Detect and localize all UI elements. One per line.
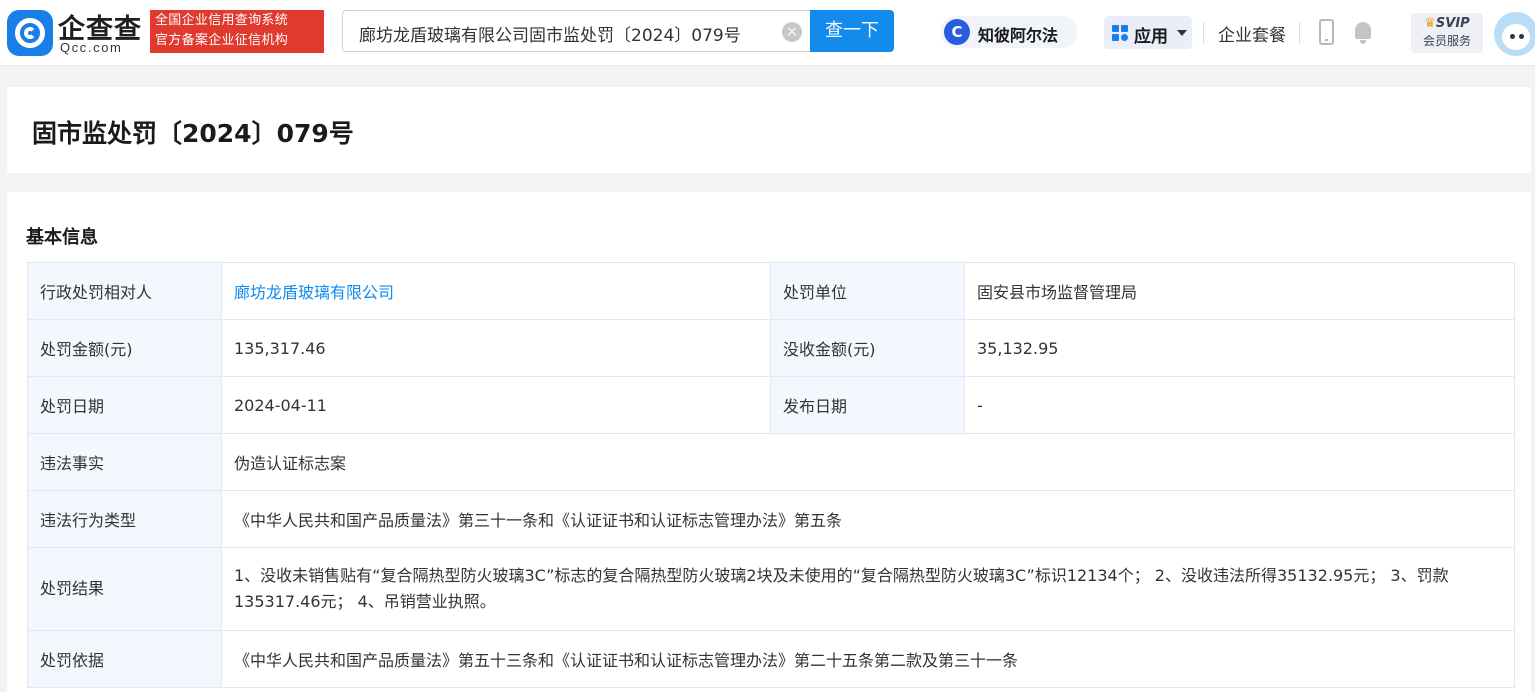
page-title: 固市监处罚〔2024〕079号 xyxy=(32,119,354,148)
cell-value: 《中华人民共和国产品质量法》第三十一条和《认证证书和认证标志管理办法》第五条 xyxy=(221,490,1515,548)
cell-label: 处罚单位 xyxy=(770,262,965,320)
cell-value: 《中华人民共和国产品质量法》第五十三条和《认证证书和认证标志管理办法》第二十五条… xyxy=(221,630,1515,688)
apps-menu-button[interactable]: 应用 xyxy=(1104,16,1192,49)
crown-icon: ♛ xyxy=(1424,16,1436,31)
table-row: 行政处罚相对人 廊坊龙盾玻璃有限公司 处罚单位 固安县市场监督管理局 xyxy=(27,262,1515,320)
qcc-logo-icon xyxy=(7,10,53,56)
svip-label: ♛SVIP xyxy=(1424,16,1470,31)
search-query-text[interactable]: 廊坊龙盾玻璃有限公司固市监处罚〔2024〕079号 xyxy=(359,21,741,46)
cell-value: 135,317.46 xyxy=(221,319,771,377)
cell-value: 2024-04-11 xyxy=(221,376,771,434)
search-input[interactable]: 廊坊龙盾玻璃有限公司固市监处罚〔2024〕079号 × xyxy=(342,10,810,52)
cell-label: 处罚日期 xyxy=(27,376,222,434)
cell-label: 发布日期 xyxy=(770,376,965,434)
avatar[interactable] xyxy=(1494,12,1535,56)
table-row: 处罚金额(元) 135,317.46 没收金额(元) 35,132.95 xyxy=(27,319,1515,377)
cell-label: 违法行为类型 xyxy=(27,490,222,548)
section-title: 基本信息 xyxy=(26,227,98,248)
cell-label: 处罚依据 xyxy=(27,630,222,688)
basic-info-table: 行政处罚相对人 廊坊龙盾玻璃有限公司 处罚单位 固安县市场监督管理局 处罚金额(… xyxy=(27,262,1515,688)
zbaf-label: 知彼阿尔法 xyxy=(978,26,1059,45)
cell-value: 1、没收未销售贴有“复合隔热型防火玻璃3C”标志的复合隔热型防火玻璃2块及未使用… xyxy=(221,547,1515,631)
cell-label: 处罚金额(元) xyxy=(27,319,222,377)
divider xyxy=(1299,22,1300,44)
enterprise-suite-link[interactable]: 企业套餐 xyxy=(1218,21,1286,46)
cell-label: 没收金额(元) xyxy=(770,319,965,377)
clear-icon[interactable]: × xyxy=(782,22,802,42)
logo-subtext: Qcc.com xyxy=(60,40,123,55)
table-row: 处罚结果 1、没收未销售贴有“复合隔热型防火玻璃3C”标志的复合隔热型防火玻璃2… xyxy=(27,547,1515,631)
search-button[interactable]: 查一下 xyxy=(810,10,894,52)
badge-line-2: 官方备案企业征信机构 xyxy=(155,33,289,48)
title-card: 固市监处罚〔2024〕079号 xyxy=(7,87,1531,173)
cell-value: 固安县市场监督管理局 xyxy=(964,262,1515,320)
top-header: 企查查 Qcc.com 全国企业信用查询系统 官方备案企业征信机构 廊坊龙盾玻璃… xyxy=(0,0,1535,66)
badge-line-1: 全国企业信用查询系统 xyxy=(155,13,289,28)
bell-icon[interactable] xyxy=(1353,20,1373,44)
cell-value: 伪造认证标志案 xyxy=(221,433,1515,491)
cell-label: 违法事实 xyxy=(27,433,222,491)
apps-label: 应用 xyxy=(1134,27,1168,47)
cell-value: - xyxy=(964,376,1515,434)
zbaf-icon: C xyxy=(944,19,970,45)
mobile-icon[interactable] xyxy=(1319,19,1334,45)
cell-label: 行政处罚相对人 xyxy=(27,262,222,320)
basic-info-card: 基本信息 行政处罚相对人 廊坊龙盾玻璃有限公司 处罚单位 固安县市场监督管理局 … xyxy=(7,192,1531,692)
table-row: 处罚日期 2024-04-11 发布日期 - xyxy=(27,376,1515,434)
qcc-logo[interactable]: 企查查 Qcc.com xyxy=(7,9,147,57)
company-link[interactable]: 廊坊龙盾玻璃有限公司 xyxy=(221,262,771,320)
svip-button[interactable]: ♛SVIP 会员服务 xyxy=(1411,13,1483,53)
zbaf-link[interactable]: C 知彼阿尔法 xyxy=(940,16,1078,48)
apps-grid-icon xyxy=(1112,25,1128,41)
cell-label: 处罚结果 xyxy=(27,547,222,631)
table-row: 违法行为类型 《中华人民共和国产品质量法》第三十一条和《认证证书和认证标志管理办… xyxy=(27,490,1515,548)
table-row: 违法事实 伪造认证标志案 xyxy=(27,433,1515,491)
credit-badge: 全国企业信用查询系统 官方备案企业征信机构 xyxy=(150,10,324,53)
chevron-down-icon xyxy=(1177,30,1187,36)
cell-value: 35,132.95 xyxy=(964,319,1515,377)
table-row: 处罚依据 《中华人民共和国产品质量法》第五十三条和《认证证书和认证标志管理办法》… xyxy=(27,630,1515,688)
divider xyxy=(1203,22,1204,44)
svip-sub-label: 会员服务 xyxy=(1422,34,1471,48)
